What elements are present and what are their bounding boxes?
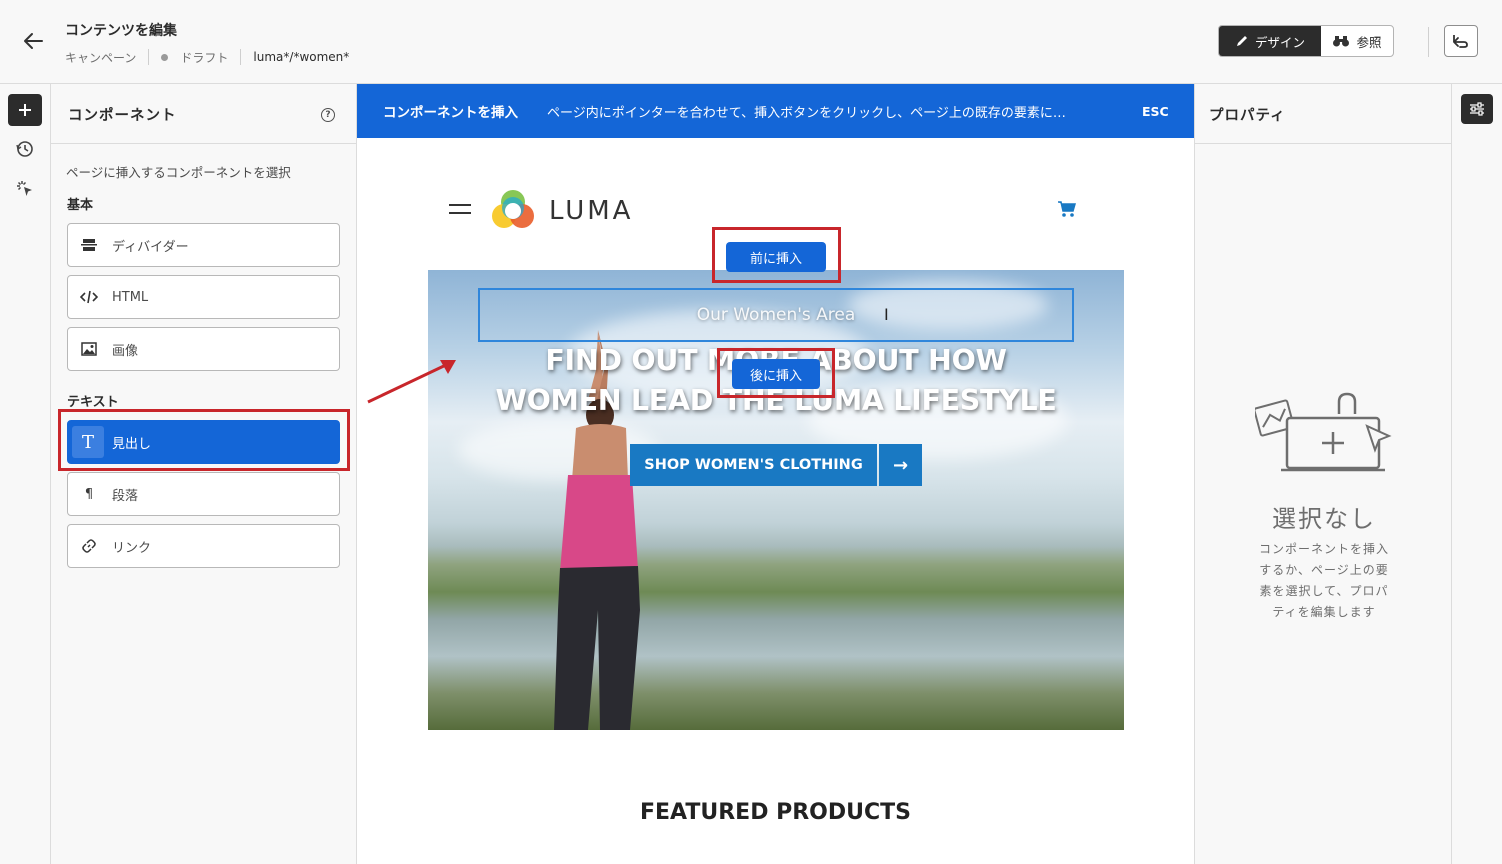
- properties-toggle-button[interactable]: [1461, 94, 1493, 124]
- undo-button[interactable]: [1444, 25, 1478, 57]
- empty-selection-illustration: [1255, 392, 1392, 472]
- component-divider[interactable]: ディバイダー: [67, 223, 340, 267]
- components-subtitle: ページに挿入するコンポーネントを選択: [66, 165, 291, 180]
- components-panel: コンポーネント ? ページに挿入するコンポーネントを選択 基本 ディバイダー H…: [51, 84, 357, 864]
- component-link[interactable]: リンク: [67, 524, 340, 568]
- app-header: コンテンツを編集 キャンペーン ドラフト luma*/*women* デザイン …: [0, 0, 1502, 84]
- heading-t-icon: T: [72, 426, 104, 458]
- link-icon: [80, 537, 98, 555]
- insert-after-button[interactable]: 後に挿入: [732, 359, 820, 389]
- help-icon[interactable]: ?: [321, 108, 335, 122]
- undo-icon: [1453, 35, 1468, 48]
- browse-mode-button[interactable]: 参照: [1321, 26, 1393, 56]
- banner-title: コンポーネントを挿入: [383, 105, 518, 121]
- properties-title: プロパティ: [1209, 108, 1286, 124]
- pencil-icon: [1236, 36, 1247, 46]
- left-toolbar: [0, 84, 51, 864]
- component-image[interactable]: 画像: [67, 327, 340, 371]
- cart-icon[interactable]: [1057, 200, 1077, 218]
- banner-message: ページ内にポインターを合わせて、挿入ボタンをクリックし、ページ上の既存の要素に…: [547, 105, 1066, 121]
- arrow-right-icon: →: [879, 444, 922, 486]
- hamburger-menu-icon[interactable]: [449, 204, 471, 218]
- luma-brand-name: LUMA: [549, 196, 634, 226]
- page-title: コンテンツを編集: [65, 23, 177, 39]
- image-icon: [80, 340, 98, 358]
- featured-products-heading: FEATURED PRODUCTS: [639, 800, 912, 825]
- hero-banner: Our Women's Area I FIND OUT MORE ABOUT H…: [428, 270, 1124, 730]
- right-toolbar: [1452, 84, 1502, 864]
- code-icon: [80, 288, 98, 306]
- design-mode-button[interactable]: デザイン: [1219, 26, 1321, 56]
- annotation-arrow: [367, 360, 456, 404]
- text-cursor-icon: I: [884, 305, 889, 324]
- insert-before-button[interactable]: 前に挿入: [726, 242, 826, 272]
- paragraph-icon: ¶: [84, 486, 94, 502]
- divider-icon: [80, 236, 98, 254]
- esc-button[interactable]: ESC: [1142, 104, 1169, 119]
- breadcrumb-campaign[interactable]: キャンペーン: [65, 49, 136, 66]
- insert-mode-banner: コンポーネントを挿入 ページ内にポインターを合わせて、挿入ボタンをクリックし、ペ…: [357, 84, 1194, 138]
- component-html[interactable]: HTML: [67, 275, 340, 319]
- history-icon[interactable]: [14, 138, 36, 160]
- breadcrumb: キャンペーン ドラフト luma*/*women*: [65, 48, 349, 66]
- back-arrow-icon[interactable]: [20, 28, 46, 54]
- page-canvas: コンポーネントを挿入 ページ内にポインターを合わせて、挿入ボタンをクリックし、ペ…: [357, 84, 1194, 864]
- status-badge: ドラフト: [180, 50, 229, 65]
- properties-panel: プロパティ 選択なし コンポーネントを挿入するか、ページ上の要素を選択して、プロ…: [1194, 84, 1453, 864]
- shop-womens-clothing-button[interactable]: SHOP WOMEN'S CLOTHING →: [630, 444, 922, 486]
- status-dot-icon: [161, 53, 169, 61]
- section-basic: 基本: [67, 198, 94, 213]
- select-element-icon[interactable]: [14, 178, 36, 200]
- component-heading[interactable]: T 見出し: [67, 420, 340, 464]
- page-url: luma*/*women*: [253, 50, 350, 64]
- components-title: コンポーネント: [68, 108, 177, 124]
- luma-logo: [490, 188, 536, 234]
- empty-state-title: 選択なし: [1272, 505, 1376, 533]
- section-text: テキスト: [67, 395, 119, 410]
- component-paragraph[interactable]: ¶ 段落: [67, 472, 340, 516]
- empty-state-description: コンポーネントを挿入するか、ページ上の要素を選択して、プロパティを編集します: [1259, 542, 1390, 619]
- view-mode-toggle: デザイン 参照: [1218, 25, 1394, 57]
- sliders-icon: [1470, 102, 1484, 116]
- selected-heading-element[interactable]: Our Women's Area: [478, 288, 1074, 342]
- binoculars-icon: [1333, 36, 1350, 47]
- plus-icon: [19, 104, 31, 116]
- add-component-button[interactable]: [8, 94, 42, 126]
